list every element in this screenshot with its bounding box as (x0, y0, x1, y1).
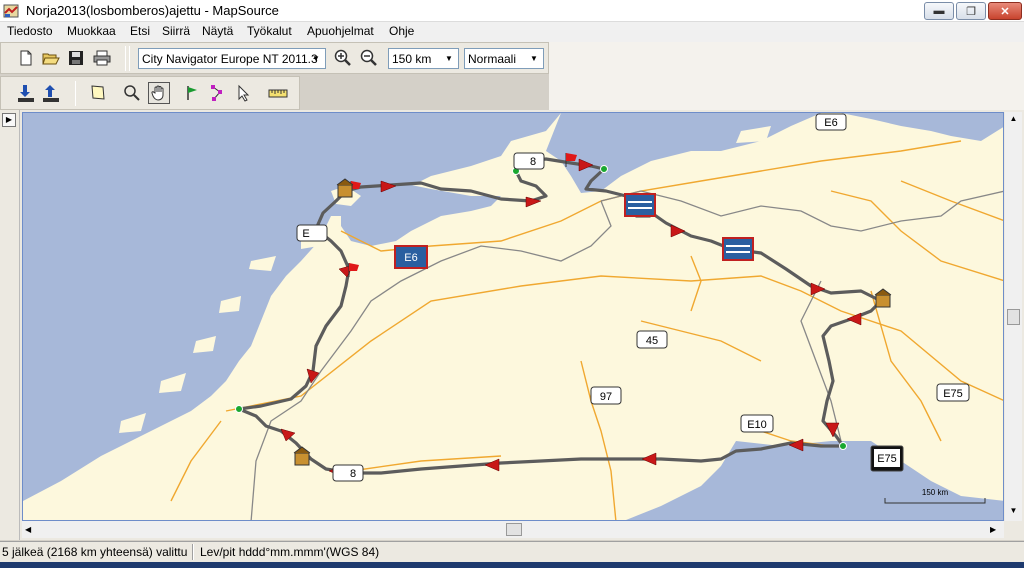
hand-pan-icon[interactable] (148, 82, 170, 104)
map-view[interactable]: E6 E 8 45 97 E10 E75 8 E6 E75 150 km (22, 112, 1004, 521)
highway-sign-icon (722, 237, 754, 261)
coordinate-format-status: Lev/pit hddd°mm.mmm'(WGS 84) (200, 545, 380, 559)
menu-siirra[interactable]: Siirrä (162, 24, 190, 38)
menu-etsi[interactable]: Etsi (130, 24, 150, 38)
measure-ruler-icon[interactable] (267, 82, 289, 104)
title-bar: Norja2013(losbomberos)ajettu - MapSource… (0, 0, 1024, 22)
menu-apuohjelmat[interactable]: Apuohjelmat (307, 24, 374, 38)
road-label-45: 45 (646, 335, 658, 347)
road-shield-bottom (332, 464, 364, 482)
detail-level-select[interactable]: Normaali ▼ (464, 48, 544, 69)
waypoint-dot-icon (235, 405, 243, 413)
vertical-scrollbar[interactable]: ▲ ▼ (1005, 112, 1022, 521)
toolbar-separator (125, 46, 126, 71)
send-to-device-icon[interactable] (40, 82, 62, 104)
horizontal-scrollbar[interactable]: ◀ ▶ (22, 521, 1004, 538)
map-product-value: City Navigator Europe NT 2011.3 (142, 52, 318, 66)
vertical-scroll-thumb[interactable] (1007, 309, 1020, 325)
menu-tyokalut[interactable]: Työkalut (247, 24, 292, 38)
expand-sidebar-button[interactable]: ▶ (2, 113, 16, 127)
close-button[interactable]: ✕ (988, 2, 1022, 20)
road-label-e75-right: E75 (943, 388, 963, 400)
selection-status: 5 jälkeä (2168 km yhteensä) valittu (2, 545, 188, 559)
maximize-button[interactable]: ❐ (956, 2, 986, 20)
scroll-up-icon[interactable]: ▲ (1007, 114, 1020, 126)
toolbar-separator (129, 46, 130, 71)
minimize-button[interactable]: ▬ (924, 2, 954, 20)
waypoint-dot-icon (839, 442, 847, 450)
chevron-down-icon: ▼ (530, 54, 538, 63)
road-sign-e6-text: E6 (404, 252, 417, 264)
road-label-e6-top: E6 (824, 117, 837, 129)
mapsource-app-icon (3, 4, 19, 18)
new-file-icon[interactable] (15, 47, 37, 69)
waypoint-dot-icon (600, 165, 608, 173)
chevron-down-icon: ▼ (312, 54, 320, 63)
road-label-e10: E10 (747, 419, 767, 431)
standard-toolbar: City Navigator Europe NT 2011.3 ▼ 150 km… (0, 42, 549, 74)
selection-arrow-icon[interactable] (233, 82, 255, 104)
scale-bar-label: 150 km (922, 488, 949, 497)
toolbar-separator (75, 81, 76, 106)
chevron-down-icon: ▼ (445, 54, 453, 63)
road-label-bottom: 8 (350, 468, 356, 480)
map-product-select[interactable]: City Navigator Europe NT 2011.3 ▼ (138, 48, 326, 69)
highway-sign-icon (624, 193, 656, 217)
road-label-97: 97 (600, 391, 612, 403)
map-canvas: E6 E 8 45 97 E10 E75 8 E6 E75 150 km (23, 113, 1003, 520)
road-label-e6-left: E (302, 228, 309, 240)
save-disk-icon[interactable] (65, 47, 87, 69)
map-region-select-icon[interactable] (87, 82, 109, 104)
zoom-out-icon[interactable] (358, 47, 380, 69)
scroll-left-icon[interactable]: ◀ (25, 523, 37, 536)
scroll-down-icon[interactable]: ▼ (1007, 506, 1020, 518)
open-folder-icon[interactable] (40, 47, 62, 69)
menu-tiedosto[interactable]: Tiedosto (7, 24, 53, 38)
window-title: Norja2013(losbomberos)ajettu - MapSource (26, 3, 279, 18)
status-divider (192, 544, 194, 560)
zoom-tool-icon[interactable] (121, 82, 143, 104)
toolbar-empty-area (549, 42, 1024, 110)
road-sign-e75-text: E75 (877, 453, 897, 465)
zoom-scale-value: 150 km (392, 52, 432, 66)
receive-from-device-icon[interactable] (15, 82, 37, 104)
zoom-in-icon[interactable] (332, 47, 354, 69)
road-label-8-top: 8 (530, 156, 536, 168)
menu-bar: Tiedosto Muokkaa Etsi Siirrä Näytä Työka… (0, 22, 1024, 42)
waypoint-flag-icon[interactable] (182, 82, 204, 104)
tools-toolbar (0, 76, 300, 110)
os-taskbar (0, 562, 1024, 568)
status-bar: 5 jälkeä (2168 km yhteensä) valittu Lev/… (0, 541, 1024, 562)
sidebar-collapsed-strip (0, 110, 20, 540)
detail-level-value: Normaali (468, 52, 517, 66)
route-tool-icon[interactable] (208, 82, 230, 104)
print-icon[interactable] (91, 47, 113, 69)
horizontal-scroll-thumb[interactable] (506, 523, 522, 536)
zoom-scale-select[interactable]: 150 km ▼ (388, 48, 459, 69)
menu-ohje[interactable]: Ohje (389, 24, 414, 38)
menu-muokkaa[interactable]: Muokkaa (67, 24, 116, 38)
scroll-right-icon[interactable]: ▶ (990, 523, 1002, 536)
menu-nayta[interactable]: Näytä (202, 24, 233, 38)
